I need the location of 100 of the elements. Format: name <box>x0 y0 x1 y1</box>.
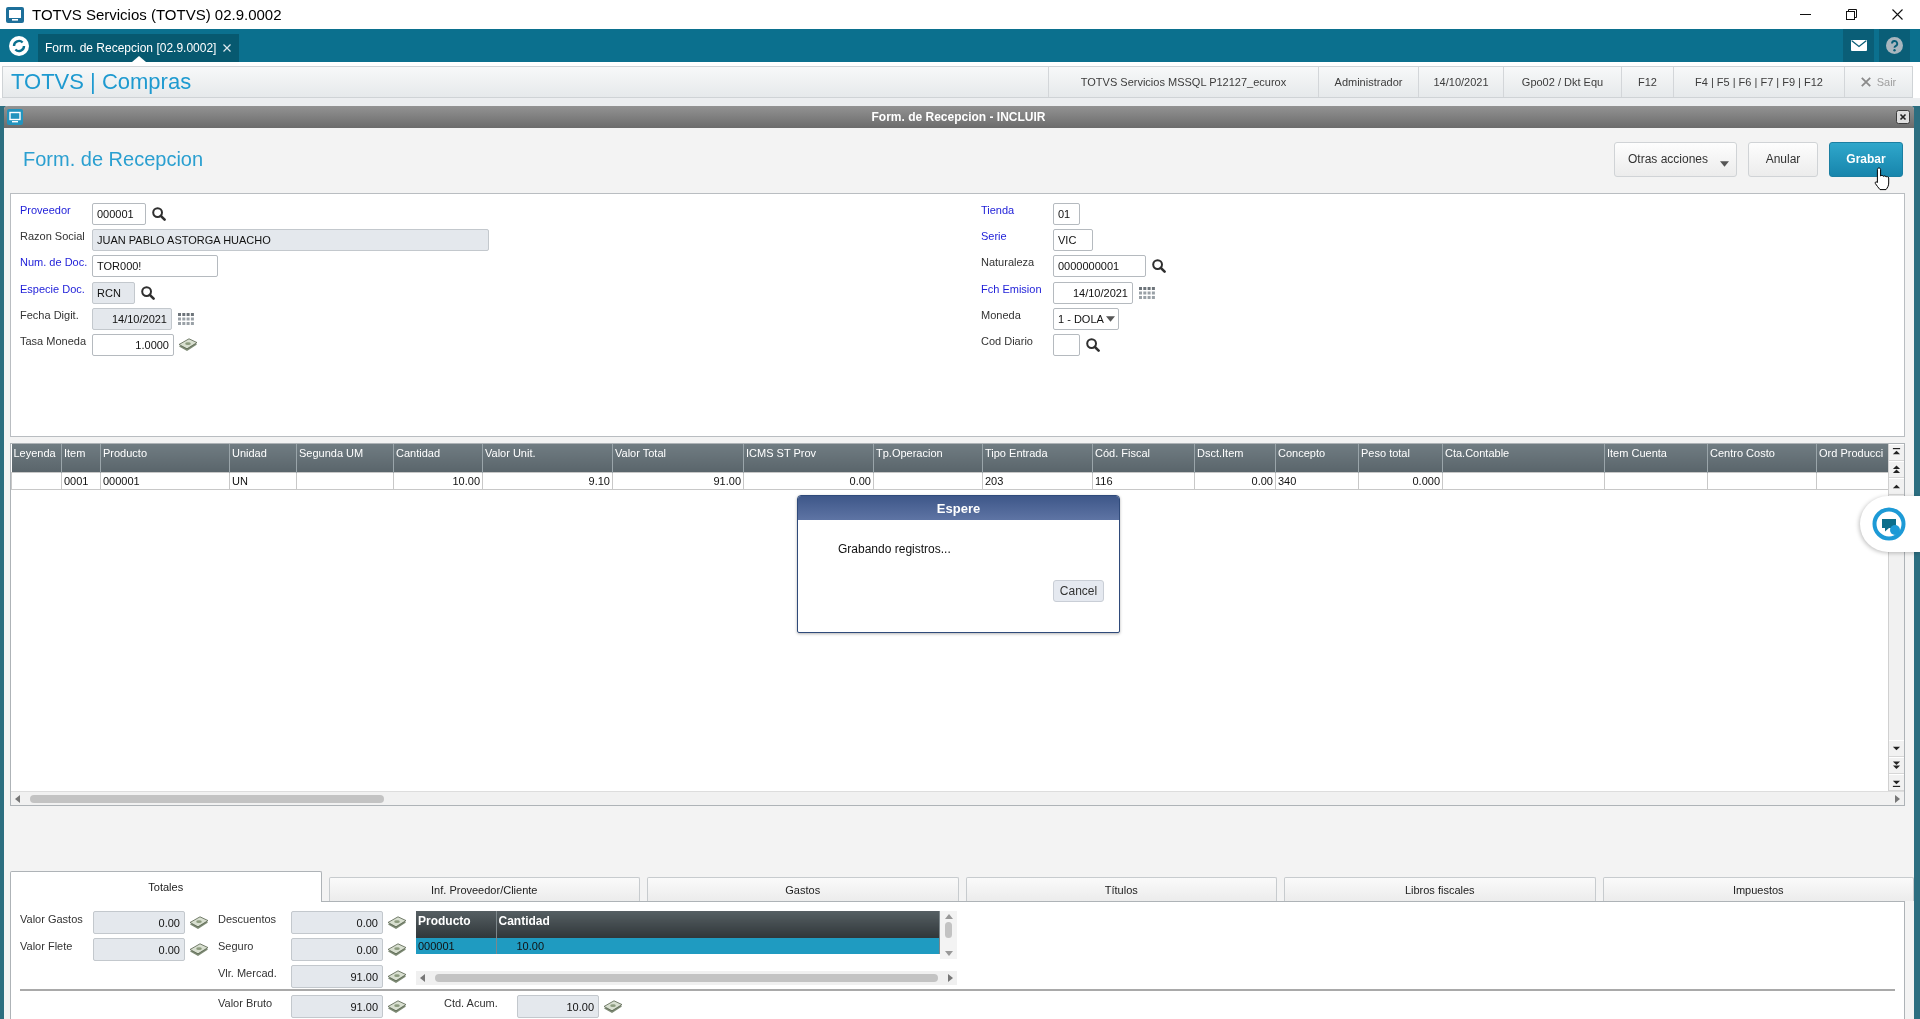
input-field[interactable]: TOR000! <box>92 255 218 278</box>
table-cell: UN <box>229 472 297 489</box>
minimize-icon[interactable] <box>1799 14 1811 15</box>
column-header[interactable]: Concepto <box>1275 444 1359 472</box>
column-header[interactable]: Item Cuenta <box>1604 444 1708 472</box>
field-label: Razon Social <box>20 229 86 243</box>
money-icon[interactable] <box>387 999 407 1014</box>
search-icon[interactable] <box>141 285 155 300</box>
column-header[interactable]: Producto <box>416 911 496 938</box>
input-field[interactable]: 91.00 <box>291 995 383 1018</box>
tab[interactable]: Impuestos <box>1602 877 1914 901</box>
scroll-left-icon[interactable] <box>15 794 20 803</box>
tab[interactable]: Gastos <box>647 877 959 901</box>
scrollbar-thumb[interactable] <box>435 974 938 982</box>
column-header[interactable]: Cód. Fiscal <box>1092 444 1195 472</box>
money-icon[interactable] <box>189 942 209 957</box>
column-header[interactable]: Centro Costo <box>1707 444 1817 472</box>
caret-icon <box>1106 315 1115 322</box>
money-icon[interactable] <box>603 999 623 1014</box>
input-field[interactable]: RCN <box>92 281 135 304</box>
status-message: Grabando registros... <box>838 542 951 556</box>
date-field[interactable]: 14/10/2021 <box>92 307 172 330</box>
app-tab[interactable]: Form. de Recepcion [02.9.0002] <box>38 34 240 62</box>
help-button[interactable] <box>1879 29 1910 62</box>
dropdown[interactable]: 1 - DOLA <box>1053 307 1119 330</box>
column-header[interactable]: Cantidad <box>393 444 483 472</box>
scroll-top-icon[interactable] <box>1892 448 1901 457</box>
column-header[interactable]: Item <box>61 444 101 472</box>
chat-button[interactable] <box>1860 496 1920 552</box>
input-field[interactable]: 10.00 <box>517 995 599 1018</box>
scroll-down-icon[interactable] <box>1892 744 1901 753</box>
input-field[interactable]: 1.0000 <box>92 333 174 356</box>
tab[interactable]: Libros fiscales <box>1284 877 1596 901</box>
tab[interactable]: Títulos <box>965 877 1277 901</box>
input-field[interactable]: 0000000001 <box>1053 255 1146 278</box>
input-field[interactable]: 0.00 <box>291 938 383 961</box>
search-icon[interactable] <box>1086 337 1100 352</box>
scrollbar-thumb[interactable] <box>30 794 384 803</box>
scroll-right-icon[interactable] <box>948 974 953 982</box>
money-icon[interactable] <box>387 942 407 957</box>
money-icon[interactable] <box>387 915 407 930</box>
column-header[interactable]: Segunda UM <box>296 444 394 472</box>
field-label: Descuentos <box>218 912 278 925</box>
table-cell: 0.00 <box>743 472 874 489</box>
date-field[interactable]: 14/10/2021 <box>1053 281 1133 304</box>
tab[interactable]: Totales <box>10 871 322 902</box>
money-icon[interactable] <box>387 969 407 984</box>
field-label: Tienda <box>981 203 1016 216</box>
search-icon[interactable] <box>152 207 166 221</box>
column-header[interactable]: Valor Unit. <box>482 444 613 472</box>
table-row[interactable]: 000001 10.00 <box>416 938 940 954</box>
envelope-icon <box>1850 40 1867 51</box>
actions-menu-button[interactable]: Otras acciones <box>1614 141 1737 177</box>
scroll-bottom-icon[interactable] <box>1892 778 1901 787</box>
input-field[interactable]: JUAN PABLO ASTORGA HUACHO <box>92 229 489 252</box>
search-icon[interactable] <box>1152 259 1166 274</box>
column-header[interactable]: Ord Producci <box>1816 444 1888 472</box>
input-field[interactable] <box>1053 333 1080 356</box>
window-title: TOTVS Servicios (TOTVS) 02.9.0002 <box>32 6 282 23</box>
mail-button[interactable] <box>1843 29 1874 62</box>
column-header[interactable]: Tipo Entrada <box>982 444 1093 472</box>
money-icon[interactable] <box>189 915 209 930</box>
calendar-icon[interactable] <box>1139 286 1155 299</box>
input-field[interactable]: VIC <box>1053 229 1093 252</box>
scroll-up-icon[interactable] <box>1892 482 1901 491</box>
hand-cursor-icon <box>1874 167 1891 191</box>
restore-icon[interactable] <box>1845 9 1857 20</box>
column-header[interactable]: Peso total <box>1358 444 1443 472</box>
input-field[interactable]: 91.00 <box>291 965 383 988</box>
input-field[interactable]: 0.00 <box>291 911 383 934</box>
calendar-icon[interactable] <box>178 312 194 325</box>
header-info: Gpo02 / Dkt Equ <box>1503 67 1621 97</box>
page-down-icon[interactable] <box>1892 761 1901 770</box>
scroll-right-icon[interactable] <box>1895 794 1900 803</box>
close-icon[interactable] <box>1891 9 1903 20</box>
column-header[interactable]: Valor Total <box>612 444 744 472</box>
column-header[interactable]: Cantidad <box>496 911 940 938</box>
column-header[interactable]: Cta.Contable <box>1442 444 1605 472</box>
close-icon[interactable] <box>1896 110 1910 124</box>
column-header[interactable]: ICMS ST Prov <box>743 444 874 472</box>
cancel-button[interactable]: Cancel <box>1053 580 1104 602</box>
input-field[interactable]: 0.00 <box>93 911 185 934</box>
header-info: 14/10/2021 <box>1418 67 1503 97</box>
column-header[interactable]: Unidad <box>229 444 297 472</box>
input-field[interactable]: 0.00 <box>93 938 185 961</box>
input-field[interactable]: 01 <box>1053 203 1080 225</box>
circle-logo-icon[interactable] <box>9 35 29 56</box>
scroll-left-icon[interactable] <box>420 974 425 982</box>
close-icon <box>1860 77 1871 87</box>
column-header[interactable]: Dsct.Item <box>1194 444 1276 472</box>
input-field[interactable]: 000001 <box>92 203 146 225</box>
money-icon[interactable] <box>178 337 198 352</box>
column-header[interactable]: Producto <box>100 444 230 472</box>
cancel-button[interactable]: Anular <box>1748 141 1818 177</box>
scrollbar-thumb[interactable] <box>945 922 952 938</box>
field-label: Valor Bruto <box>218 996 274 1009</box>
tab[interactable]: Inf. Proveedor/Cliente <box>328 877 640 901</box>
column-header[interactable]: Tp.Operacion <box>873 444 983 472</box>
page-up-icon[interactable] <box>1892 465 1901 474</box>
table-cell: 000001 <box>100 472 230 489</box>
